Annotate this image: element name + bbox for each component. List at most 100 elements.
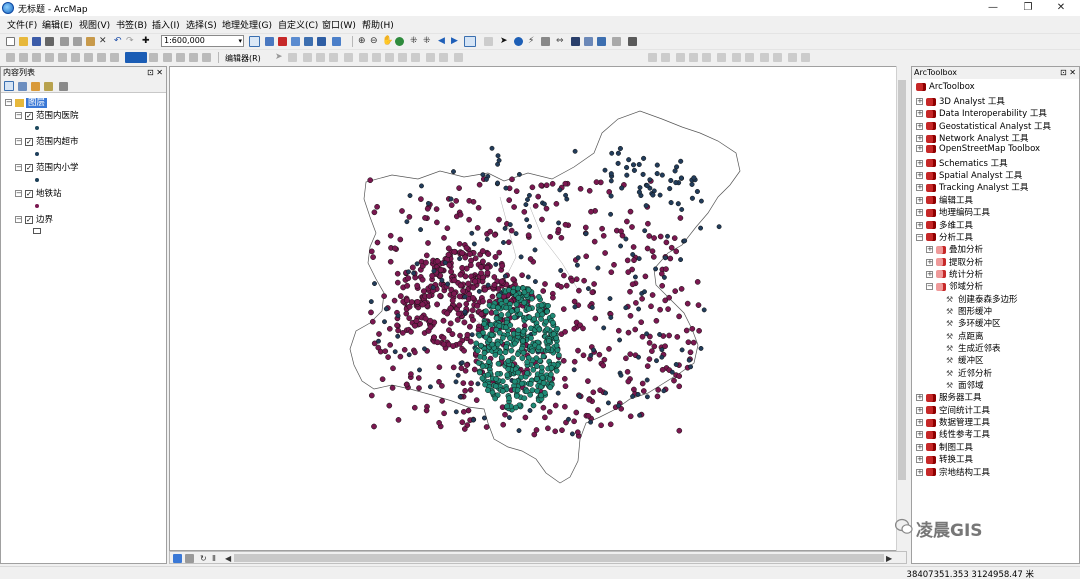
open-folder-icon[interactable] bbox=[19, 37, 28, 46]
page-icon[interactable] bbox=[189, 53, 198, 62]
label-weight-icon[interactable] bbox=[773, 53, 782, 62]
toolbox-item[interactable]: + 宗地结构工具 bbox=[916, 466, 990, 478]
go-to-xy-icon[interactable] bbox=[597, 37, 606, 46]
expand-icon[interactable]: + bbox=[916, 184, 923, 192]
table-of-contents-icon[interactable] bbox=[265, 37, 274, 46]
expand-icon[interactable]: + bbox=[916, 98, 923, 105]
reshape-icon[interactable] bbox=[372, 53, 381, 62]
toolbox-item[interactable]: + 叠加分析 bbox=[926, 243, 983, 255]
style-icon[interactable] bbox=[163, 53, 172, 62]
minimize-button[interactable]: — bbox=[978, 1, 1008, 15]
expand-icon[interactable]: + bbox=[916, 394, 923, 402]
create-viewer-icon[interactable] bbox=[628, 37, 637, 46]
font-icon[interactable] bbox=[84, 53, 93, 62]
expand-icon[interactable]: + bbox=[916, 122, 923, 130]
toolbox-item[interactable]: + 线性参考工具 bbox=[916, 428, 990, 440]
paste-icon[interactable] bbox=[86, 37, 95, 46]
forward-extent-icon[interactable]: ▶ bbox=[451, 37, 460, 46]
toc-options-icon[interactable] bbox=[59, 82, 68, 91]
toolbox-item[interactable]: + 提取分析 bbox=[926, 256, 983, 268]
python-window-icon[interactable] bbox=[317, 37, 326, 46]
html-popup-icon[interactable] bbox=[541, 37, 550, 46]
georef-icon[interactable] bbox=[6, 53, 15, 62]
toolbox-tool-item[interactable]: ⚒ 面邻域 bbox=[936, 379, 984, 391]
label-manager-icon[interactable] bbox=[745, 53, 754, 62]
search-window-icon[interactable] bbox=[304, 37, 313, 46]
toolbox-item[interactable]: + 转换工具 bbox=[916, 453, 973, 465]
model-builder-icon[interactable] bbox=[332, 37, 341, 46]
point-icon[interactable] bbox=[344, 53, 353, 62]
toolbox-item[interactable]: + 多维工具 bbox=[916, 219, 973, 231]
menu-customize[interactable]: 自定义(C) bbox=[278, 18, 318, 31]
collapse-icon[interactable]: − bbox=[15, 216, 22, 223]
catalog-icon[interactable] bbox=[291, 37, 300, 46]
toolbox-item[interactable]: + Schematics 工具 bbox=[916, 157, 1008, 169]
identify-icon[interactable] bbox=[514, 37, 523, 46]
layer-visibility-checkbox[interactable]: ✓ bbox=[25, 215, 33, 224]
find-icon[interactable] bbox=[571, 37, 580, 46]
map-scale-combo[interactable]: 1:600,000 ▾ bbox=[161, 35, 244, 47]
scrollbar-thumb[interactable] bbox=[898, 80, 906, 480]
text-icon[interactable] bbox=[71, 53, 80, 62]
topology-icon[interactable] bbox=[676, 53, 685, 62]
menu-geoprocessing[interactable]: 地理处理(G) bbox=[222, 18, 272, 31]
rotate-icon[interactable] bbox=[411, 53, 420, 62]
list-by-selection-icon[interactable] bbox=[44, 82, 53, 91]
time-slider-icon[interactable] bbox=[612, 37, 621, 46]
pause-drawing-icon[interactable]: Ⅱ bbox=[212, 554, 221, 563]
arctoolbox-icon[interactable] bbox=[278, 37, 287, 46]
expand-icon[interactable]: + bbox=[926, 258, 933, 266]
back-extent-icon[interactable]: ◀ bbox=[438, 37, 447, 46]
end-point-arc-icon[interactable] bbox=[316, 53, 325, 62]
map-vertical-scrollbar[interactable] bbox=[896, 66, 907, 551]
edit-tool-icon[interactable]: ➤ bbox=[275, 53, 284, 62]
delete-icon[interactable]: ✕ bbox=[99, 37, 108, 46]
validate-icon[interactable] bbox=[689, 53, 698, 62]
list-by-drawing-order-icon[interactable] bbox=[4, 81, 14, 91]
collapse-icon[interactable]: − bbox=[916, 233, 923, 241]
expand-icon[interactable]: + bbox=[916, 159, 923, 167]
snapping-icon[interactable] bbox=[648, 53, 657, 62]
select-features-icon[interactable] bbox=[464, 36, 476, 47]
menu-insert[interactable]: 插入(I) bbox=[152, 18, 180, 31]
fill-color-icon[interactable] bbox=[97, 53, 106, 62]
menu-selection[interactable]: 选择(S) bbox=[186, 18, 217, 31]
expand-icon[interactable]: + bbox=[916, 419, 923, 427]
edit-vertices-icon[interactable] bbox=[359, 53, 368, 62]
copy-icon[interactable] bbox=[73, 37, 82, 46]
layer-visibility-checkbox[interactable]: ✓ bbox=[25, 111, 33, 120]
toolbox-tool-item[interactable]: ⚒ 创建泰森多边形 bbox=[936, 293, 1018, 305]
toolbox-item[interactable]: − 邻域分析 bbox=[926, 280, 983, 292]
expand-icon[interactable]: + bbox=[916, 468, 923, 476]
expand-icon[interactable]: + bbox=[916, 209, 923, 217]
toolbox-tool-item[interactable]: ⚒ 生成近邻表 bbox=[936, 342, 1001, 354]
toc-root-layers[interactable]: − 图层 bbox=[5, 96, 48, 108]
toolbox-item[interactable]: + Spatial Analyst 工具 bbox=[916, 169, 1022, 181]
error-inspector-icon[interactable] bbox=[717, 53, 726, 62]
expand-icon[interactable]: + bbox=[916, 443, 923, 451]
expand-icon[interactable]: + bbox=[916, 431, 923, 439]
toolbox-item[interactable]: + Data Interoperability 工具 bbox=[916, 107, 1047, 119]
toc-layer-supermarkets[interactable]: − ✓ 范围内超市 bbox=[15, 135, 79, 147]
close-button[interactable]: ✕ bbox=[1046, 1, 1076, 15]
color-swatch-icon[interactable] bbox=[125, 52, 147, 63]
scroll-right-icon[interactable]: ▶ bbox=[886, 554, 895, 563]
expand-icon[interactable]: + bbox=[916, 406, 923, 414]
grid-icon[interactable] bbox=[202, 53, 211, 62]
toolbox-root[interactable]: ArcToolbox bbox=[916, 82, 975, 92]
clear-selection-icon[interactable] bbox=[484, 37, 493, 46]
fix-error-icon[interactable] bbox=[702, 53, 711, 62]
straight-segment-icon[interactable] bbox=[303, 53, 312, 62]
toolbox-item[interactable]: + 服务器工具 bbox=[916, 391, 982, 403]
maximize-button[interactable]: ❐ bbox=[1013, 1, 1043, 15]
collapse-icon[interactable]: − bbox=[15, 190, 22, 197]
refresh-icon[interactable]: ↻ bbox=[200, 554, 209, 563]
collapse-icon[interactable]: − bbox=[15, 164, 22, 171]
redo-icon[interactable]: ↷ bbox=[126, 37, 135, 46]
collapse-icon[interactable]: − bbox=[15, 112, 22, 119]
layout-view-icon[interactable] bbox=[185, 554, 194, 563]
toolbox-pin-close-icon[interactable]: ⊡ ✕ bbox=[1060, 67, 1076, 79]
toolbox-tool-item[interactable]: ⚒ 缓冲区 bbox=[936, 354, 984, 366]
lock-labels-icon[interactable] bbox=[788, 53, 797, 62]
toolbox-item[interactable]: + 地理编码工具 bbox=[916, 206, 990, 218]
